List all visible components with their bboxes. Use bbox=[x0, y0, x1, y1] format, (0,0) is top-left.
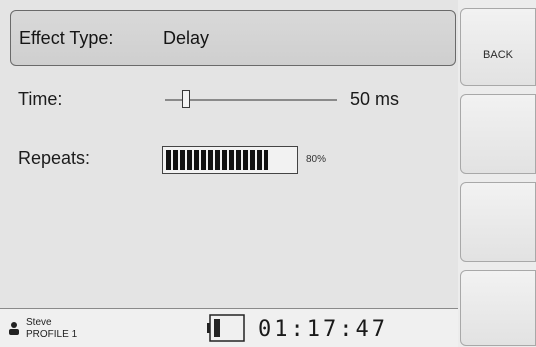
user-name: Steve bbox=[26, 317, 52, 328]
time-slider-handle[interactable] bbox=[182, 90, 190, 108]
effect-type-header[interactable]: Effect Type: Delay bbox=[10, 10, 456, 66]
softkey-2[interactable] bbox=[460, 94, 536, 174]
time-slider-track[interactable] bbox=[165, 99, 337, 101]
effect-type-value: Delay bbox=[163, 28, 210, 48]
main-panel: Effect Type: Delay Time: 50 ms Repeats: … bbox=[0, 0, 459, 308]
back-softkey[interactable]: BACK bbox=[460, 8, 536, 86]
softkey-4[interactable] bbox=[460, 270, 536, 346]
repeats-progress-bar[interactable] bbox=[162, 146, 298, 174]
status-bar: Steve PROFILE 1 01:17:47 bbox=[0, 308, 458, 347]
softkey-column: BACK bbox=[458, 0, 536, 347]
back-softkey-label: BACK bbox=[483, 49, 513, 61]
time-value: 50 ms bbox=[350, 89, 400, 109]
battery-icon bbox=[207, 314, 245, 342]
softkey-3[interactable] bbox=[460, 182, 536, 262]
profile-name: PROFILE 1 bbox=[26, 329, 78, 340]
repeats-percent: 80% bbox=[306, 154, 327, 165]
user-icon bbox=[9, 322, 19, 335]
effect-type-label: Effect Type: bbox=[19, 28, 114, 48]
repeats-label: Repeats: bbox=[18, 148, 91, 168]
clock: 01:17:47 bbox=[258, 317, 388, 342]
time-label: Time: bbox=[18, 89, 63, 109]
repeats-progress-fill bbox=[166, 150, 269, 170]
